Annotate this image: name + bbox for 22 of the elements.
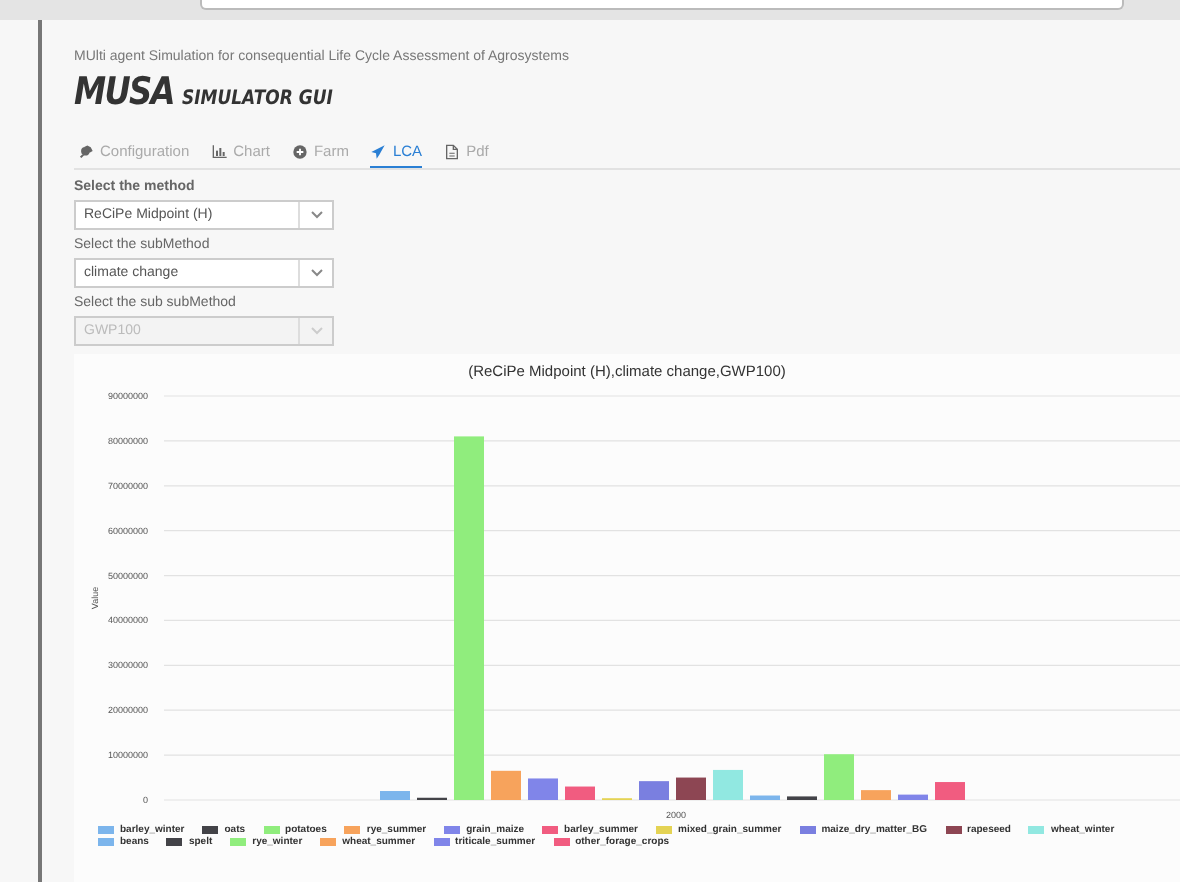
bar <box>491 770 521 800</box>
bar <box>380 791 410 800</box>
bar <box>898 794 928 800</box>
bar <box>713 769 743 800</box>
bar <box>565 786 595 800</box>
bar <box>528 778 558 800</box>
plus-icon <box>291 143 308 159</box>
bar <box>861 790 891 800</box>
address-field[interactable] <box>200 0 1124 10</box>
file-icon <box>444 143 461 159</box>
bar <box>750 795 780 800</box>
chart-icon <box>211 143 228 159</box>
bar <box>676 777 706 800</box>
plane-icon <box>370 143 387 159</box>
bar <box>935 782 965 800</box>
chevron-down-icon <box>309 326 323 336</box>
logo-subtext: SIMULATOR GUI <box>181 88 333 112</box>
chevron-down-icon <box>309 268 323 278</box>
logo-text: MUSA <box>74 74 174 112</box>
bar <box>639 781 669 800</box>
chevron-down-icon <box>309 210 323 220</box>
bar <box>824 754 854 800</box>
